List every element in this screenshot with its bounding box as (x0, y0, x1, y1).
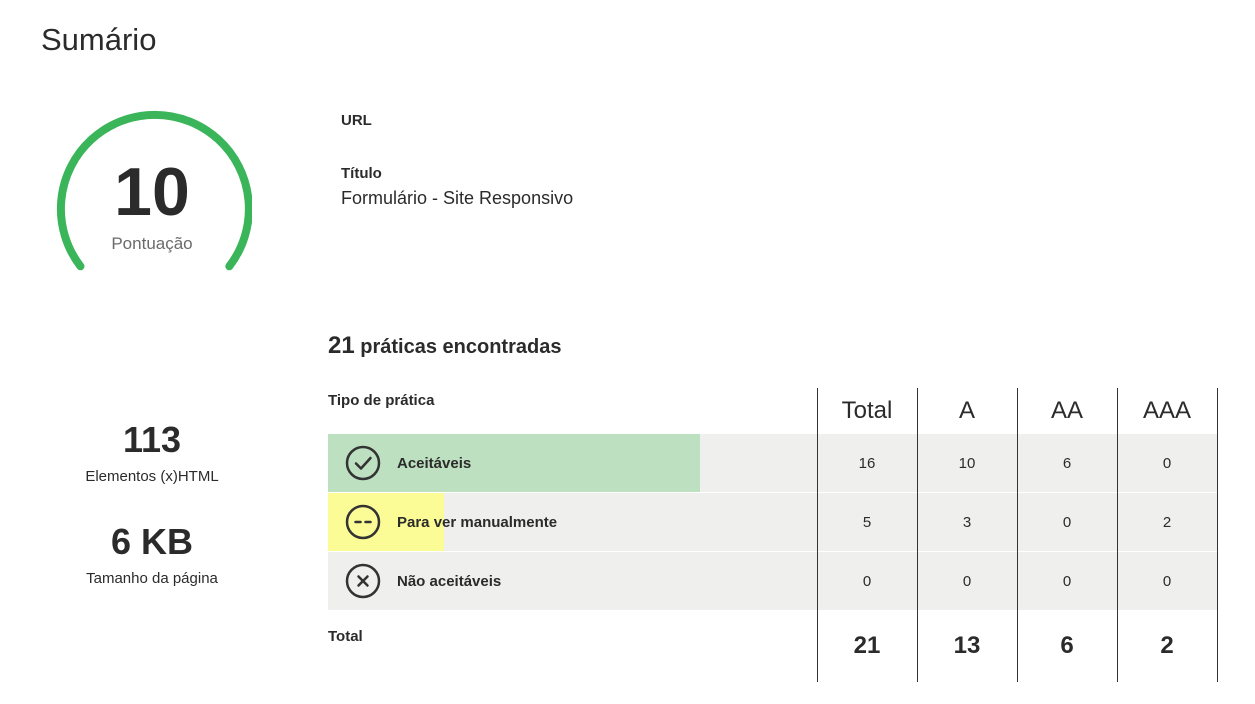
score-gauge: 10 Pontuação (52, 110, 252, 280)
row-label: Para ver manualmente (397, 513, 558, 531)
column-header-aaa: AAA (1116, 388, 1218, 434)
title-label: Título (341, 165, 382, 182)
cell-aa: 0 (1016, 492, 1117, 552)
score-value: 10 (114, 154, 190, 230)
total-label: Total (328, 610, 817, 682)
total-cell-total: 21 (816, 610, 917, 682)
cell-total: 16 (816, 433, 917, 493)
page-size-value: 6 KB (110, 521, 194, 562)
total-cell-a: 13 (916, 610, 1017, 682)
elements-stat: 113 Elementos (x)HTML (52, 419, 252, 486)
cell-aa: 6 (1016, 433, 1117, 493)
score-label: Pontuação (111, 234, 193, 253)
page-meta: URL Título Formulário - Site Responsivo (341, 112, 573, 209)
practices-count: 21 (328, 332, 355, 359)
cell-a: 10 (916, 433, 1017, 493)
url-label: URL (341, 112, 372, 129)
cell-a: 0 (916, 551, 1017, 610)
cell-total: 5 (816, 492, 917, 552)
minus-circle-icon (345, 504, 381, 540)
column-header-total: Total (816, 388, 917, 434)
cell-aaa: 0 (1116, 551, 1218, 610)
page-size-stat: 6 KB Tamanho da página (52, 521, 252, 588)
cell-total: 0 (816, 551, 917, 610)
table-total-row: Total 21 13 6 2 (328, 610, 1218, 682)
page-title: Sumário (41, 22, 157, 57)
title-value: Formulário - Site Responsivo (341, 188, 574, 208)
practices-table: Tipo de prática Total A AA AAA Aceitávei… (328, 388, 1218, 682)
row-label: Aceitáveis (397, 454, 472, 472)
column-header-a: A (916, 388, 1017, 434)
row-label: Não aceitáveis (397, 572, 502, 590)
column-header-aa: AA (1016, 388, 1117, 434)
cell-a: 3 (916, 492, 1017, 552)
cell-aaa: 0 (1116, 433, 1218, 493)
total-cell-aaa: 2 (1116, 610, 1218, 682)
type-header: Tipo de prática (328, 392, 435, 409)
table-row-acceptable[interactable]: Aceitáveis 16 10 6 0 (328, 433, 1218, 493)
total-cell-aa: 6 (1016, 610, 1117, 682)
table-row-not-acceptable[interactable]: Não aceitáveis 0 0 0 0 (328, 551, 1218, 610)
practices-heading: 21 práticas encontradas (328, 332, 561, 360)
table-row-manual[interactable]: Para ver manualmente 5 3 0 2 (328, 492, 1218, 552)
row-type-cell: Não aceitáveis (328, 551, 817, 610)
check-circle-icon (345, 445, 381, 481)
practices-heading-text: práticas encontradas (354, 336, 562, 358)
row-type-cell: Aceitáveis (328, 433, 817, 493)
x-circle-icon (345, 563, 381, 599)
elements-caption: Elementos (x)HTML (85, 468, 219, 485)
elements-count: 113 (122, 419, 182, 460)
row-type-cell: Para ver manualmente (328, 492, 817, 552)
cell-aa: 0 (1016, 551, 1117, 610)
page-size-caption: Tamanho da página (86, 570, 218, 587)
cell-aaa: 2 (1116, 492, 1218, 552)
